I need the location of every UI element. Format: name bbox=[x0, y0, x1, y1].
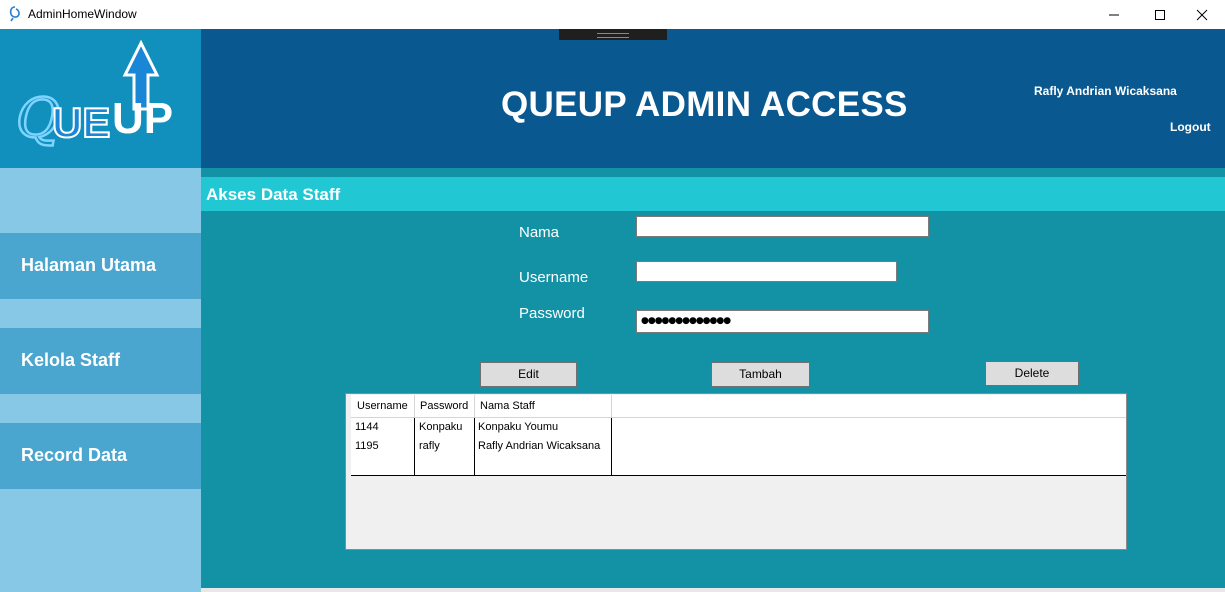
grid-header: Username Password Nama Staff bbox=[351, 395, 1126, 418]
password-label: Password bbox=[519, 305, 585, 322]
logout-link[interactable]: Logout bbox=[1170, 120, 1211, 134]
column-header-nama-staff[interactable]: Nama Staff bbox=[480, 400, 535, 412]
title-bar: AdminHomeWindow bbox=[0, 0, 1225, 29]
edit-button[interactable]: Edit bbox=[480, 362, 577, 387]
delete-button[interactable]: Delete bbox=[985, 361, 1079, 386]
maximize-button[interactable] bbox=[1137, 0, 1183, 29]
page-title: QUEUP ADMIN ACCESS bbox=[501, 85, 908, 124]
section-header: Akses Data Staff bbox=[201, 177, 1225, 211]
cell-password: Konpaku bbox=[419, 421, 463, 433]
cell-username: 1195 bbox=[355, 440, 379, 452]
cell-password: rafly bbox=[419, 440, 440, 452]
sidebar-item-label: Kelola Staff bbox=[21, 350, 121, 370]
staff-data-grid[interactable]: Username Password Nama Staff 1144 Konpak… bbox=[345, 393, 1127, 550]
logo-area: Q UE UP bbox=[0, 29, 201, 168]
minimize-icon bbox=[1109, 14, 1119, 15]
table-row-new[interactable] bbox=[351, 456, 1126, 476]
sidebar-item-record-data[interactable]: Record Data bbox=[0, 423, 201, 489]
header: QUEUP ADMIN ACCESS Rafly Andrian Wicaksa… bbox=[201, 29, 1225, 168]
sidebar-item-halaman-utama[interactable]: Halaman Utama bbox=[0, 233, 201, 299]
main-content: Akses Data Staff Nama Username Password … bbox=[201, 168, 1225, 592]
sidebar-item-kelola-staff[interactable]: Kelola Staff bbox=[0, 328, 201, 394]
window-title: AdminHomeWindow bbox=[28, 7, 137, 21]
cell-nama-staff: Rafly Andrian Wicaksana bbox=[478, 440, 601, 452]
section-title: Akses Data Staff bbox=[206, 185, 341, 204]
sidebar: Q UE UP Halaman Utama Kelola Staff Recor… bbox=[0, 29, 201, 592]
user-name: Rafly Andrian Wicaksana bbox=[1034, 84, 1177, 98]
close-button[interactable] bbox=[1179, 0, 1225, 29]
logo-ue-letters: UE bbox=[52, 99, 110, 146]
column-header-username[interactable]: Username bbox=[357, 400, 408, 412]
logo-up-letters: UP bbox=[112, 94, 173, 143]
table-row[interactable]: 1144 Konpaku Konpaku Youmu bbox=[351, 418, 1126, 438]
tambah-button[interactable]: Tambah bbox=[711, 362, 810, 387]
column-header-password[interactable]: Password bbox=[420, 400, 468, 412]
username-label: Username bbox=[519, 269, 589, 286]
queup-logo: Q UE UP bbox=[15, 39, 173, 151]
drag-handle[interactable] bbox=[559, 29, 667, 40]
minimize-button[interactable] bbox=[1091, 0, 1137, 29]
close-icon bbox=[1196, 9, 1208, 20]
table-row[interactable]: 1195 rafly Rafly Andrian Wicaksana bbox=[351, 437, 1126, 457]
nama-input[interactable] bbox=[636, 216, 929, 237]
nama-label: Nama bbox=[519, 224, 560, 241]
sidebar-item-label: Halaman Utama bbox=[21, 255, 157, 275]
maximize-icon bbox=[1155, 9, 1165, 20]
username-input[interactable] bbox=[636, 261, 897, 282]
password-input[interactable]: ●●●●●●●●●●●●● bbox=[636, 310, 929, 333]
app-icon bbox=[9, 6, 20, 22]
sidebar-item-label: Record Data bbox=[21, 445, 128, 465]
cell-username: 1144 bbox=[355, 421, 379, 433]
bottom-divider bbox=[201, 588, 1225, 592]
cell-nama-staff: Konpaku Youmu bbox=[478, 421, 559, 433]
